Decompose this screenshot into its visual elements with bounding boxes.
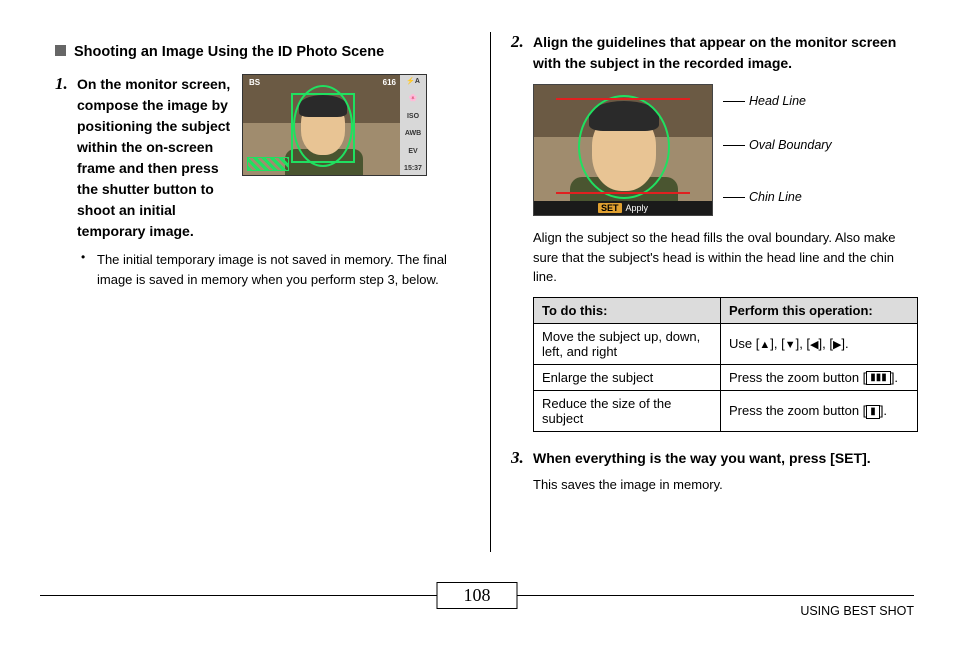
table-row: Move the subject up, down, left, and rig… bbox=[534, 323, 918, 364]
step-1: 1. On the monitor screen, compose the im… bbox=[55, 74, 455, 289]
callout-chin-line: Chin Line bbox=[749, 190, 802, 204]
oval-boundary-icon bbox=[578, 95, 670, 199]
operations-table: To do this: Perform this operation: Move… bbox=[533, 297, 918, 433]
page-number: 108 bbox=[437, 582, 518, 609]
table-cell: Enlarge the subject bbox=[534, 364, 721, 391]
callout-head-line: Head Line bbox=[749, 94, 806, 108]
step-1-note: The initial temporary image is not saved… bbox=[97, 250, 455, 289]
table-cell: Move the subject up, down, left, and rig… bbox=[534, 323, 721, 364]
step-number: 1. bbox=[55, 74, 77, 289]
table-cell: Press the zoom button [▮]. bbox=[721, 391, 918, 432]
step-3-instruction: When everything is the way you want, pre… bbox=[533, 448, 911, 469]
step-2-instruction: Align the guidelines that appear on the … bbox=[533, 32, 911, 74]
table-cell: Press the zoom button [▮▮▮]. bbox=[721, 364, 918, 391]
set-badge: SET bbox=[598, 203, 622, 213]
camera-side-strip: ⚡A 🌸 ISO AWB EV 15:37 bbox=[400, 75, 426, 175]
step-2-paragraph: Align the subject so the head fills the … bbox=[533, 228, 911, 287]
down-arrow-icon: ▼ bbox=[785, 339, 796, 351]
table-cell: Use [▲], [▼], [◀], [▶]. bbox=[721, 323, 918, 364]
table-header-operation: Perform this operation: bbox=[721, 297, 918, 323]
table-header-action: To do this: bbox=[534, 297, 721, 323]
apply-bar: SET Apply bbox=[534, 201, 712, 215]
cam-indicator-bs: BS bbox=[249, 78, 260, 87]
step-3: 3. When everything is the way you want, … bbox=[511, 448, 911, 495]
head-line-icon bbox=[556, 98, 690, 100]
callout-oval-boundary: Oval Boundary bbox=[749, 138, 832, 152]
column-divider bbox=[490, 32, 491, 552]
camera-preview-image: BS 616 ⚡A 🌸 ISO AWB bbox=[242, 74, 427, 176]
zoom-out-icon: ▮ bbox=[866, 405, 880, 419]
guideline-figure: SET Apply Head Line Oval Boundary Chin L… bbox=[533, 84, 911, 216]
step-number: 3. bbox=[511, 448, 533, 495]
section-heading-text: Shooting an Image Using the ID Photo Sce… bbox=[74, 44, 384, 60]
chin-line-icon bbox=[556, 192, 690, 194]
table-row: Enlarge the subject Press the zoom butto… bbox=[534, 364, 918, 391]
bullet-icon: • bbox=[81, 250, 97, 289]
table-row: Reduce the size of the subject Press the… bbox=[534, 391, 918, 432]
step-3-note: This saves the image in memory. bbox=[533, 475, 911, 495]
zoom-in-icon: ▮▮▮ bbox=[866, 371, 891, 385]
hatched-area-icon bbox=[247, 157, 289, 171]
page-footer: 108 USING BEST SHOT bbox=[40, 595, 914, 618]
footer-section-label: USING BEST SHOT bbox=[800, 604, 914, 618]
step-2: 2. Align the guidelines that appear on t… bbox=[511, 32, 911, 74]
step-number: 2. bbox=[511, 32, 533, 74]
section-heading: Shooting an Image Using the ID Photo Sce… bbox=[55, 44, 455, 60]
cam-counter: 616 bbox=[383, 78, 396, 87]
up-arrow-icon: ▲ bbox=[759, 339, 770, 351]
apply-label: Apply bbox=[626, 203, 649, 213]
square-bullet-icon bbox=[55, 45, 66, 56]
left-arrow-icon: ◀ bbox=[810, 339, 818, 351]
table-cell: Reduce the size of the subject bbox=[534, 391, 721, 432]
step-1-instruction: On the monitor screen, compose the image… bbox=[77, 74, 232, 242]
